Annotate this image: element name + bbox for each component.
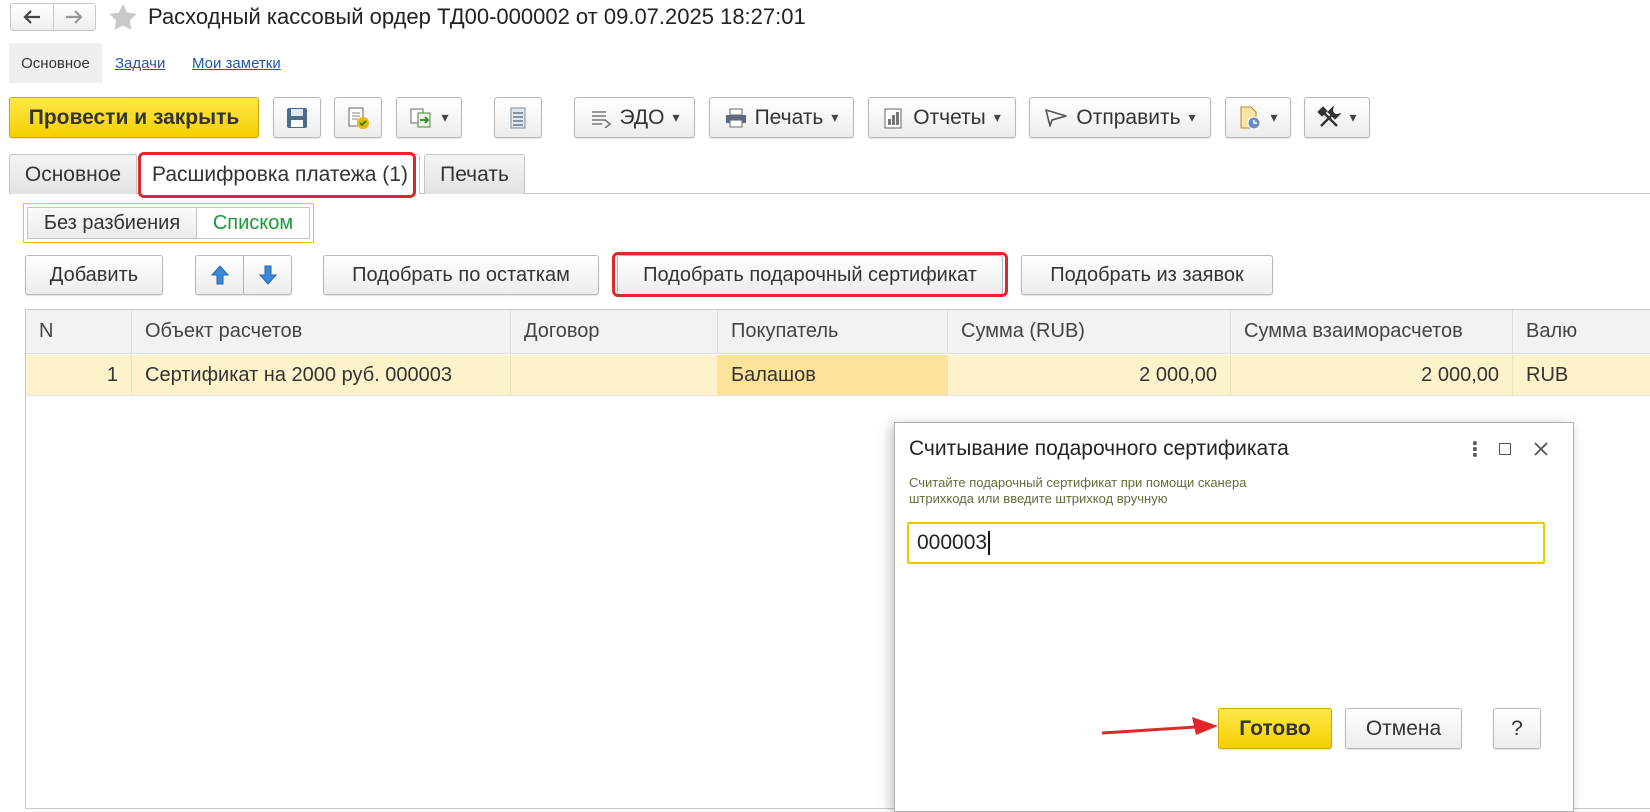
- ok-button[interactable]: Готово: [1218, 708, 1332, 749]
- settings-button[interactable]: ▾: [1304, 97, 1370, 138]
- section-tab-main[interactable]: Основное: [9, 43, 102, 83]
- post-and-close-button[interactable]: Провести и закрыть: [9, 97, 259, 138]
- chevron-down-icon: ▾: [1349, 109, 1357, 125]
- col-header-currency[interactable]: Валю: [1513, 310, 1650, 354]
- printer-icon: [725, 108, 746, 127]
- col-header-contract[interactable]: Договор: [511, 310, 718, 354]
- send-button[interactable]: Отправить ▾: [1029, 97, 1211, 138]
- mode-list[interactable]: Списком: [197, 207, 310, 239]
- maximize-icon[interactable]: [1499, 443, 1511, 455]
- col-header-object[interactable]: Объект расчетов: [132, 310, 511, 354]
- text-cursor: [988, 531, 990, 555]
- edo-icon: [591, 110, 611, 128]
- pick-from-requests-button[interactable]: Подобрать из заявок: [1021, 255, 1273, 295]
- col-header-amount[interactable]: Сумма (RUB): [948, 310, 1231, 354]
- tab-main[interactable]: Основное: [9, 154, 137, 194]
- barcode-input[interactable]: 000003: [907, 522, 1545, 564]
- reports-button[interactable]: Отчеты ▾: [868, 97, 1016, 138]
- arrow-left-icon: [23, 10, 40, 24]
- chevron-down-icon: ▾: [672, 109, 680, 125]
- post-button[interactable]: [334, 97, 382, 138]
- save-button[interactable]: [273, 97, 321, 138]
- gift-certificate-dialog: Считывание подарочного сертификата ⋮ Счи…: [894, 422, 1574, 812]
- row-divider: [26, 395, 1650, 396]
- chevron-down-icon: ▾: [1188, 109, 1196, 125]
- reports-icon: [884, 108, 902, 128]
- move-down-button[interactable]: [244, 255, 292, 295]
- dialog-title: Считывание подарочного сертификата: [909, 437, 1289, 460]
- nav-buttons: [10, 3, 96, 31]
- window-title: Расходный кассовый ордер ТД00-000002 от …: [148, 4, 806, 29]
- send-label: Отправить: [1076, 105, 1181, 129]
- cell-object: Сертификат на 2000 руб. 000003: [132, 355, 511, 395]
- more-options-icon[interactable]: ⋮: [1465, 437, 1485, 462]
- file-clock-icon: [1240, 106, 1261, 129]
- col-header-buyer[interactable]: Покупатель: [718, 310, 948, 354]
- tools-icon: [1317, 105, 1342, 127]
- cell-n: 1: [26, 355, 132, 395]
- floppy-disk-icon: [287, 107, 307, 128]
- tab-payment-breakdown[interactable]: Расшифровка платежа (1): [140, 154, 420, 194]
- add-button[interactable]: Добавить: [25, 255, 163, 295]
- back-button[interactable]: [11, 4, 54, 30]
- send-icon: [1045, 108, 1068, 127]
- col-header-n[interactable]: N: [26, 310, 132, 354]
- dialog-hint-line2: штрихкода или введите штрихкод вручную: [909, 491, 1168, 506]
- arrow-right-icon: [66, 10, 83, 24]
- print-button[interactable]: Печать ▾: [709, 97, 854, 138]
- post-document-icon: [348, 107, 369, 129]
- chevron-down-icon: ▾: [1270, 109, 1278, 125]
- create-based-on-button[interactable]: ▾: [396, 97, 462, 138]
- col-header-settlement[interactable]: Сумма взаиморасчетов: [1231, 310, 1513, 354]
- list-icon: [510, 107, 526, 128]
- cell-buyer[interactable]: Балашов: [718, 355, 948, 395]
- annotation-arrow-icon: [1101, 717, 1218, 735]
- arrow-up-icon: [210, 265, 229, 285]
- section-tab-tasks[interactable]: Задачи: [115, 55, 165, 72]
- pick-by-balance-button[interactable]: Подобрать по остаткам: [323, 255, 599, 295]
- cancel-button[interactable]: Отмена: [1345, 708, 1462, 749]
- chevron-down-icon: ▾: [441, 109, 449, 125]
- cell-amount: 2 000,00: [948, 355, 1231, 395]
- mode-switch: Без разбиения Списком: [23, 203, 314, 243]
- move-buttons: [195, 255, 292, 295]
- print-label: Печать: [754, 105, 824, 129]
- barcode-value: 000003: [917, 531, 988, 554]
- chevron-down-icon: ▾: [993, 109, 1001, 125]
- star-icon[interactable]: [108, 3, 138, 31]
- mode-without-split[interactable]: Без разбиения: [27, 207, 197, 239]
- create-based-on-icon: [410, 108, 431, 127]
- tab-print[interactable]: Печать: [424, 154, 525, 194]
- chevron-down-icon: ▾: [831, 109, 839, 125]
- section-tab-notes[interactable]: Мои заметки: [192, 55, 281, 72]
- close-icon[interactable]: [1533, 441, 1549, 457]
- edo-label: ЭДО: [619, 105, 665, 129]
- reports-label: Отчеты: [913, 105, 986, 129]
- forward-button[interactable]: [54, 4, 96, 30]
- edo-button[interactable]: ЭДО ▾: [574, 97, 695, 138]
- structure-button[interactable]: [494, 97, 542, 138]
- cell-contract: [511, 355, 718, 395]
- move-up-button[interactable]: [195, 255, 244, 295]
- dialog-hint-line1: Считайте подарочный сертификат при помощ…: [909, 475, 1247, 490]
- pick-gift-certificate-button[interactable]: Подобрать подарочный сертификат: [617, 255, 1003, 295]
- attachments-button[interactable]: ▾: [1225, 97, 1291, 138]
- arrow-down-icon: [258, 265, 277, 285]
- cell-settlement: 2 000,00: [1231, 355, 1513, 395]
- cell-currency: RUB: [1513, 355, 1650, 395]
- help-button[interactable]: ?: [1493, 708, 1541, 749]
